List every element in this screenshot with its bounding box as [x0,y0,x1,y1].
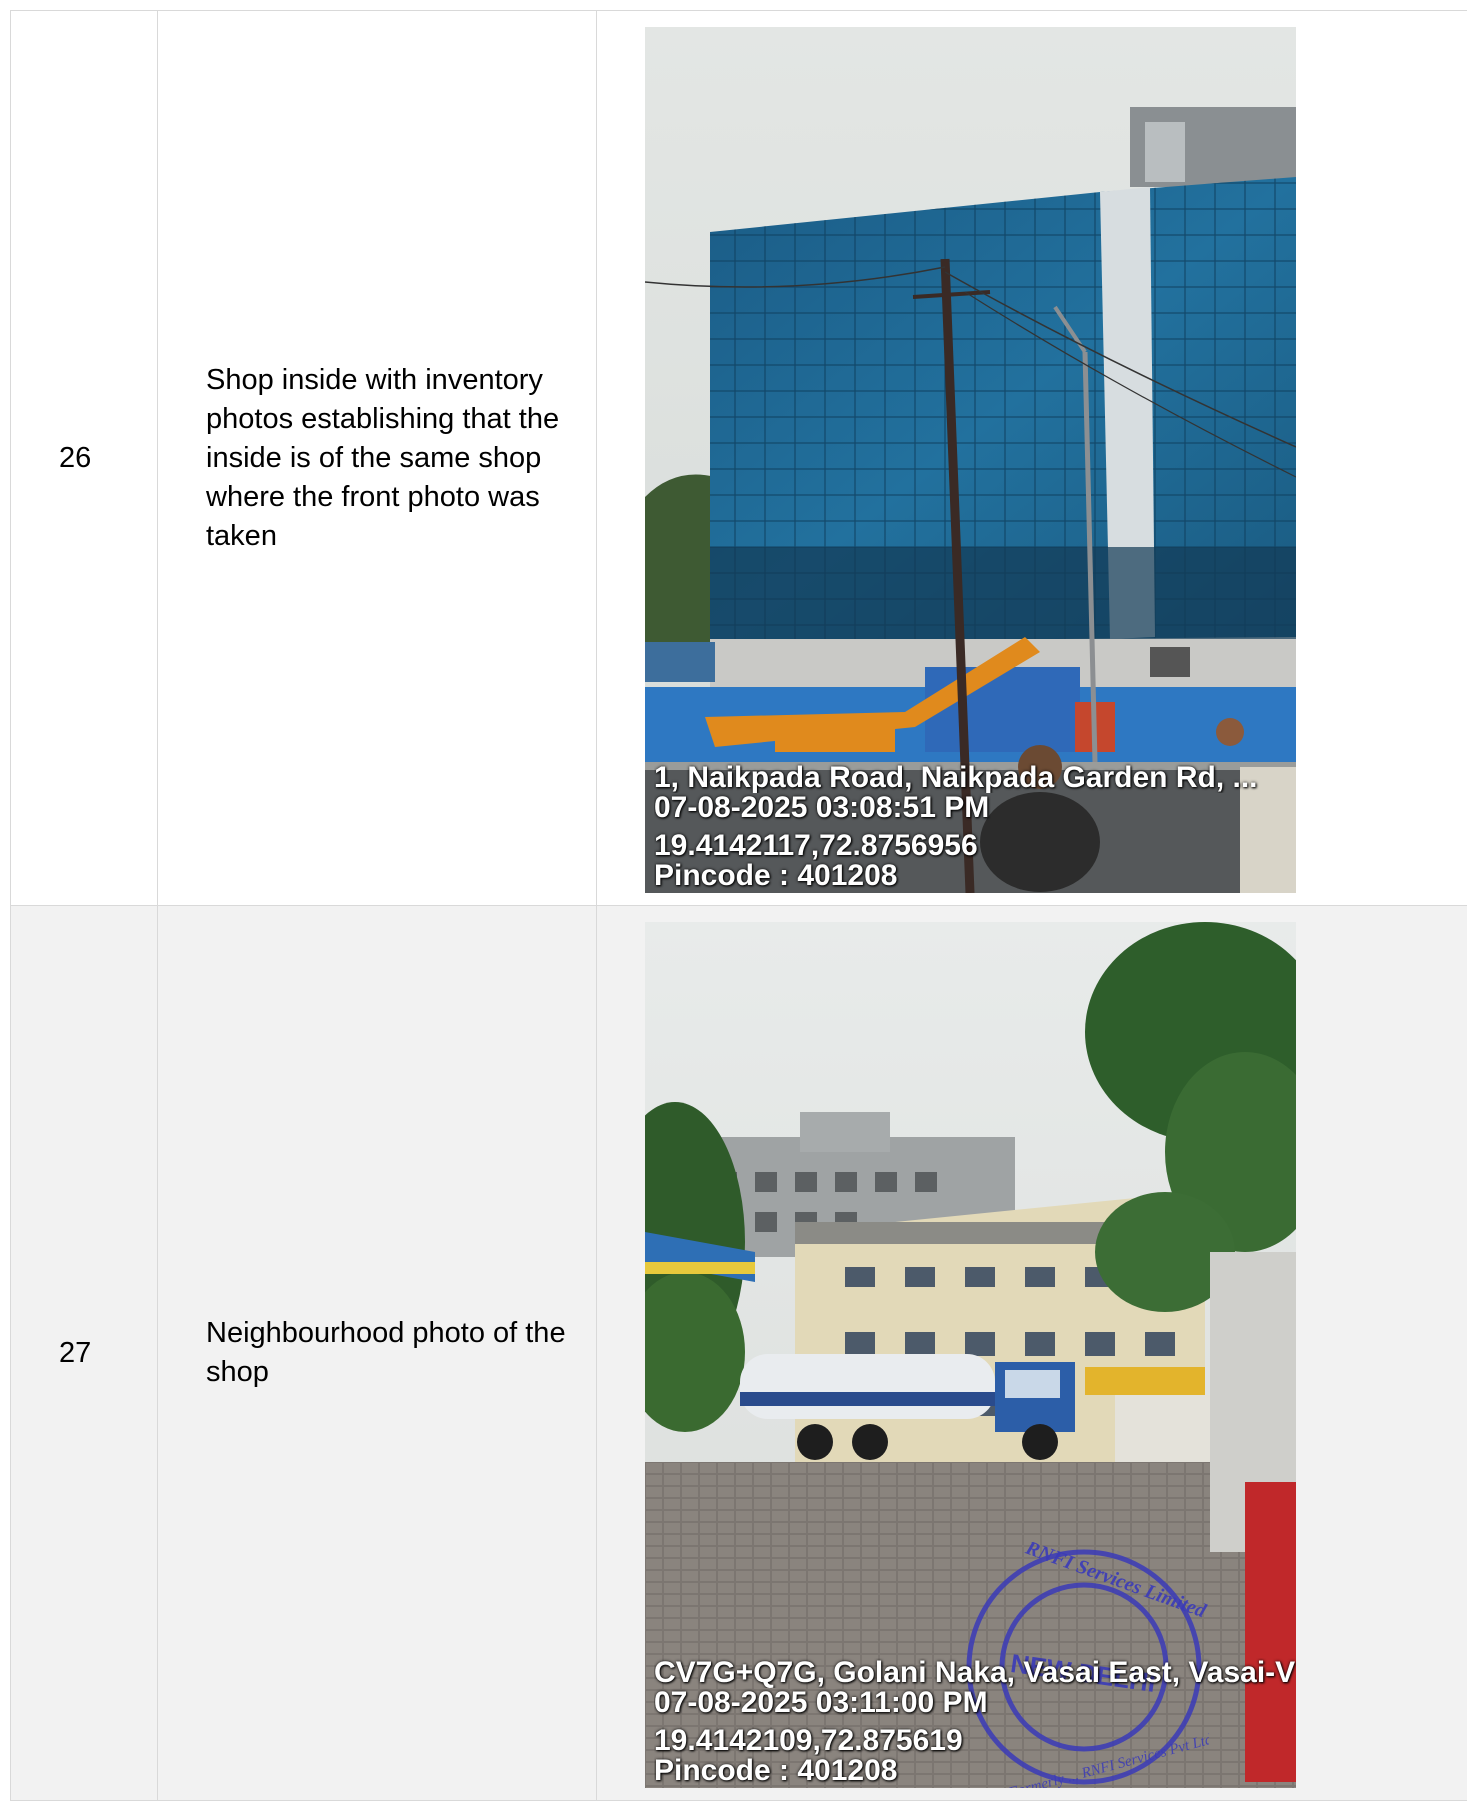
geotag-coordinates: 19.4142109,72.875619 [654,1726,1296,1756]
table-row: 26 Shop inside with inventory photos est… [11,11,1467,906]
row-description: Shop inside with inventory photos establ… [158,11,597,906]
geotag-datetime: 07-08-2025 03:08:51 PM [654,793,1296,823]
geotag-coordinates: 19.4142117,72.8756956 [654,831,1296,861]
neighbourhood-photo: NEW DELHI RNFI Services Limited Formerly… [645,922,1296,1788]
photo-cell: NEW DELHI RNFI Services Limited Formerly… [597,906,1467,1801]
row-number: 27 [11,906,158,1801]
geotag-pincode: Pincode : 401208 [654,861,1296,891]
report-table: 26 Shop inside with inventory photos est… [10,10,1467,1801]
row-number: 26 [11,11,158,906]
geotag-address: 1, Naikpada Road, Naikpada Garden Rd, ..… [654,763,1296,793]
photo-cell: 1, Naikpada Road, Naikpada Garden Rd, ..… [597,11,1467,906]
building-photo: 1, Naikpada Road, Naikpada Garden Rd, ..… [645,27,1296,893]
geotag-pincode: Pincode : 401208 [654,1756,1296,1786]
photo-geotag: 1, Naikpada Road, Naikpada Garden Rd, ..… [654,763,1296,891]
photo-geotag: CV7G+Q7G, Golani Naka, Vasai East, Vasai… [654,1658,1296,1786]
table-row: 27 Neighbourhood photo of the shop [11,906,1467,1801]
row-description: Neighbourhood photo of the shop [158,906,597,1801]
geotag-address: CV7G+Q7G, Golani Naka, Vasai East, Vasai… [654,1658,1296,1688]
geotag-datetime: 07-08-2025 03:11:00 PM [654,1688,1296,1718]
